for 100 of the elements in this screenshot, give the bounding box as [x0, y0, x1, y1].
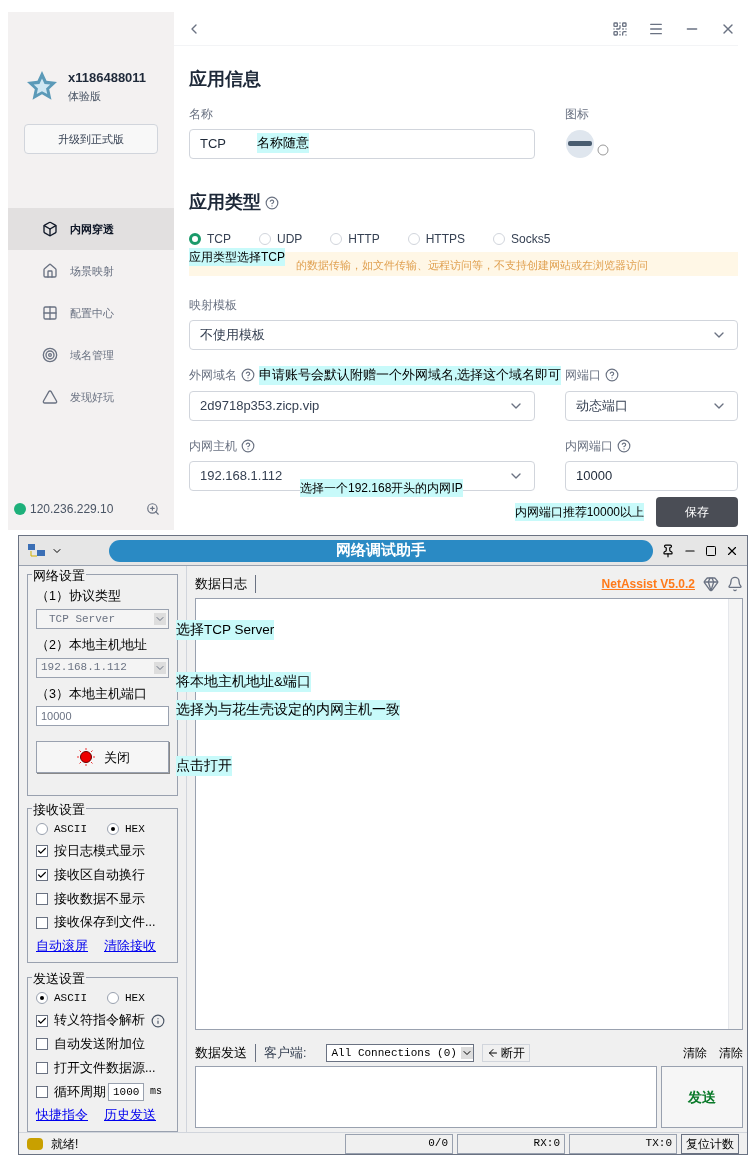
arrow-left-icon [486, 1047, 499, 1059]
checkbox-option[interactable]: 循环周期 [36, 1082, 106, 1102]
caret-icon [154, 661, 166, 674]
radio-option[interactable]: TCP [189, 230, 231, 248]
caret-icon [460, 1047, 473, 1059]
radio-option[interactable]: HTTPS [407, 230, 466, 248]
link[interactable]: 自动滚屏 [36, 937, 88, 956]
field-label: 内网主机 [189, 437, 237, 455]
send-tab[interactable]: 数据发送 [195, 1043, 256, 1063]
bell-icon[interactable] [727, 576, 743, 592]
section-title: 应用类型 [189, 191, 261, 214]
checkbox-option[interactable]: 接收保存到文件... [36, 913, 156, 932]
cube-icon [42, 221, 58, 237]
warning-text: 的数据传输，如文件传输、远程访问等，不支持创建网站或在浏览器访问 [296, 258, 648, 273]
port-select[interactable]: 动态端口 [565, 390, 738, 421]
status-message: 就绪! [51, 1135, 79, 1153]
house-icon [42, 263, 58, 279]
send-button[interactable]: 发送 [661, 1066, 743, 1128]
light-icon [75, 747, 96, 768]
nav-item[interactable]: 场景映射 [8, 250, 174, 292]
username: x1186488011 [68, 69, 147, 87]
check-icon [37, 1015, 47, 1026]
protocol-select[interactable]: TCP Server [36, 608, 169, 629]
checkbox-option[interactable]: 自动发送附加位 [36, 1035, 145, 1054]
grid-icon [42, 305, 58, 321]
client-select[interactable]: All Connections (0) [326, 1044, 474, 1062]
send-input[interactable] [195, 1066, 657, 1128]
app-icon[interactable] [565, 129, 611, 159]
scrollbar[interactable] [728, 599, 742, 1029]
nav-item[interactable]: 配置中心 [8, 292, 174, 334]
address-select[interactable]: 192.168.1.112 [36, 657, 169, 678]
link[interactable]: 清除接收 [104, 937, 156, 956]
link[interactable]: 快捷指令 [36, 1106, 88, 1125]
annotation: 点击打开 [176, 756, 232, 777]
zoom-icon[interactable] [146, 502, 160, 516]
network-icon[interactable] [27, 542, 47, 559]
annotation: 应用类型选择TCP [189, 248, 285, 266]
radio-option[interactable]: ASCII [36, 989, 87, 1007]
log-tab[interactable]: 数据日志 [195, 574, 256, 594]
annotation: 选择TCP Server [176, 620, 275, 641]
check-icon [37, 846, 47, 857]
field-label: 映射模板 [189, 297, 238, 314]
gem-icon[interactable] [703, 576, 719, 592]
reset-button[interactable]: 复位计数 [681, 1133, 739, 1154]
checkbox-option[interactable]: 转义符指令解析 [36, 1011, 145, 1030]
clear-button[interactable]: 清除 [719, 1044, 743, 1062]
upgrade-button[interactable]: 升级到正式版 [24, 124, 158, 154]
period-field[interactable]: 1000 [108, 1082, 144, 1101]
help-icon [605, 368, 620, 383]
help-icon [241, 368, 255, 383]
clear-button[interactable]: 清除 [683, 1044, 707, 1062]
status-cell: TX:0 [569, 1133, 677, 1154]
field-label: 外网域名 [189, 367, 237, 385]
annotation: 申请账号会默认附赠一个外网域名,选择这个域名即可 [259, 366, 562, 385]
unit-label: ms [150, 1085, 162, 1100]
port-field[interactable]: 10000 [36, 706, 169, 727]
help-icon [617, 438, 631, 453]
field-label: 内网端口 [565, 437, 613, 455]
annotation: 将本地主机地址&端口 [176, 672, 311, 693]
nav-item[interactable]: 内网穿透 [8, 208, 174, 250]
disconnect-button[interactable]: 断开 [481, 1044, 530, 1062]
close-connection-button[interactable]: 关闭 [36, 741, 169, 774]
checkbox-option[interactable]: 接收区自动换行 [36, 865, 145, 885]
section-title: 应用信息 [189, 68, 262, 91]
radio-option[interactable]: UDP [259, 230, 303, 248]
annotation: 内网端口推荐10000以上 [514, 502, 644, 521]
maximize-icon[interactable] [705, 544, 717, 557]
status-cell: RX:0 [457, 1133, 565, 1154]
radio-option[interactable]: Socks5 [493, 230, 551, 248]
help-icon [241, 438, 255, 453]
nav-item[interactable]: 发现好玩 [8, 376, 174, 418]
window-title: 网络调试助手 [336, 540, 426, 561]
checkbox-option[interactable]: 接收数据不显示 [36, 889, 145, 909]
radio-option[interactable]: HEX [107, 820, 145, 837]
radio-option[interactable]: HEX [107, 989, 145, 1007]
radio-option[interactable]: ASCII [36, 820, 87, 837]
annotation: 名称随意 [257, 133, 309, 153]
plan-label: 体验版 [68, 88, 102, 104]
qr-code-icon[interactable] [612, 20, 628, 37]
name-field[interactable]: TCP 名称随意 [189, 129, 535, 159]
link[interactable]: 历史发送 [104, 1106, 156, 1125]
domain-select[interactable]: 2d9718p353.zicp.vip [189, 390, 535, 421]
nav-item[interactable]: 域名管理 [8, 334, 174, 376]
help-icon [265, 195, 279, 210]
template-select[interactable]: 不使用模板 [189, 320, 738, 350]
checkbox-option[interactable]: 按日志模式显示 [36, 842, 145, 861]
field-label: （3）本地主机端口 [36, 685, 148, 703]
info-icon [151, 1013, 165, 1028]
field-label: （2）本地主机地址 [36, 636, 148, 654]
triangle-icon [42, 389, 58, 405]
checkbox-option[interactable]: 打开文件数据源... [36, 1058, 156, 1078]
port-field[interactable]: 10000 [565, 460, 738, 491]
annotation: 选择为与花生壳设定的内网主机一致 [176, 700, 400, 721]
field-label: 图标 [565, 106, 590, 123]
ip-address: 120.236.229.10 [30, 501, 114, 518]
check-icon [37, 870, 47, 881]
ip-icon [14, 503, 26, 515]
pin-icon[interactable] [661, 543, 675, 558]
save-button[interactable]: 保存 [656, 496, 738, 527]
radio-option[interactable]: HTTP [330, 230, 380, 248]
